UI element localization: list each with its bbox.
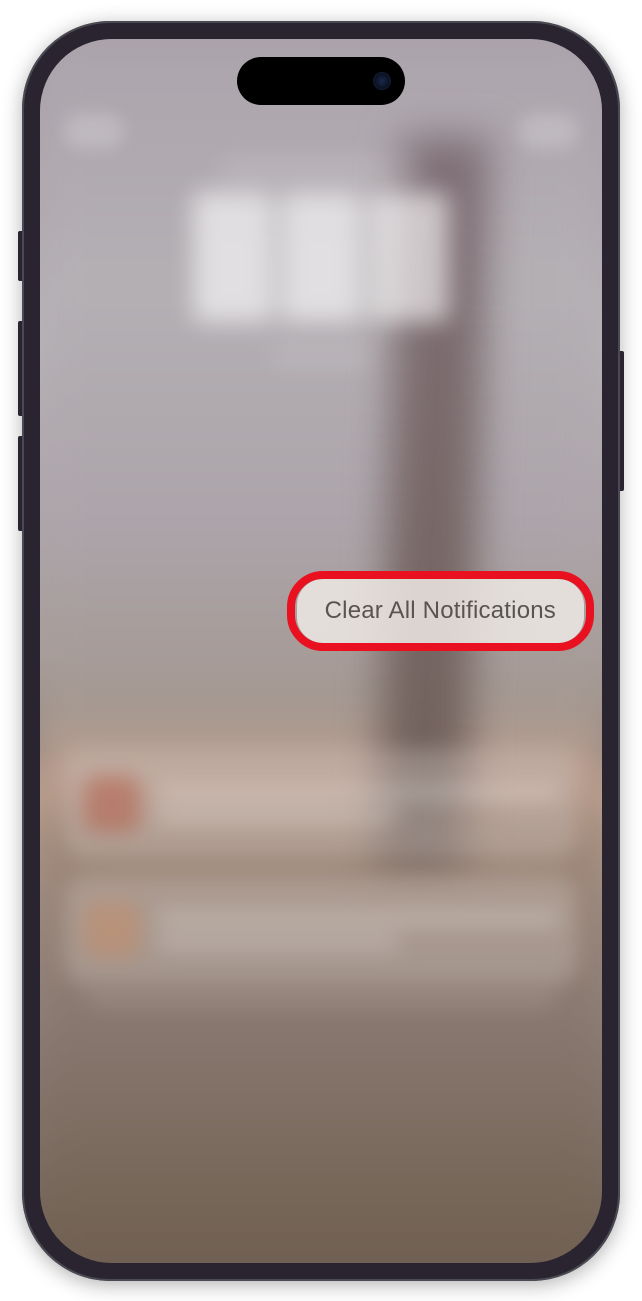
- status-indicator-right-blurred: [518, 113, 578, 149]
- notification-stack-blurred: [64, 749, 578, 1007]
- lock-screen-subtext-blurred: [271, 347, 371, 365]
- phone-screen: Clear All Notifications: [40, 39, 602, 1263]
- stacked-notifications-indicator: [85, 993, 558, 1007]
- dynamic-island[interactable]: [237, 57, 405, 105]
- lock-screen-date-blurred: [221, 159, 421, 179]
- lock-screen-time-blurred: [96, 187, 546, 327]
- volume-up-button[interactable]: [18, 321, 22, 416]
- app-icon-blurred: [84, 776, 140, 832]
- notification-card-blurred[interactable]: [64, 875, 578, 985]
- power-button[interactable]: [620, 351, 624, 491]
- notification-content-blurred: [158, 911, 558, 949]
- front-camera-icon: [373, 72, 391, 90]
- clear-all-notifications-button[interactable]: Clear All Notifications: [297, 579, 584, 643]
- app-icon-blurred: [84, 902, 140, 958]
- notification-card-blurred[interactable]: [64, 749, 578, 859]
- phone-frame: Clear All Notifications: [22, 21, 620, 1281]
- lock-screen-clock-blurred: [96, 159, 546, 365]
- volume-down-button[interactable]: [18, 436, 22, 531]
- status-indicator-left-blurred: [64, 113, 124, 149]
- clear-all-wrapper: Clear All Notifications: [297, 579, 584, 643]
- notification-content-blurred: [158, 785, 558, 823]
